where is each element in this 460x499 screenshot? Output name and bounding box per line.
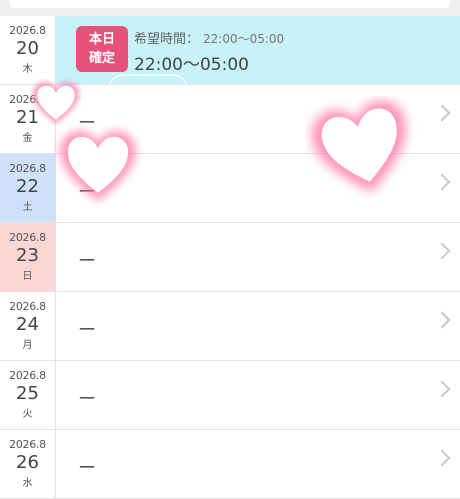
no-schedule-dash: ー — [78, 389, 96, 410]
date-day: 23 — [16, 245, 39, 266]
date-weekday: 土 — [22, 202, 33, 213]
schedule-row[interactable]: 2026.8 26 水 ー — [0, 430, 460, 499]
requested-time-value: 22:00〜05:00 — [203, 32, 285, 46]
date-cell: 2026.8 25 火 — [0, 361, 56, 429]
date-day: 24 — [16, 314, 39, 335]
chevron-right-icon[interactable] — [433, 380, 451, 398]
date-cell: 2026.8 24 月 — [0, 292, 56, 360]
no-schedule-dash: ー — [78, 458, 96, 479]
date-year-month: 2026.8 — [9, 300, 46, 313]
schedule-row[interactable]: 2026.8 25 火 ー — [0, 361, 460, 430]
date-year-month: 2026.8 — [9, 24, 46, 37]
chevron-right-icon[interactable] — [433, 173, 451, 191]
date-day: 20 — [16, 38, 39, 59]
date-cell-saturday: 2026.8 22 土 — [0, 154, 56, 222]
badge-line-today: 本日 — [88, 32, 115, 47]
date-day: 26 — [16, 452, 39, 473]
date-weekday: 木 — [22, 64, 33, 75]
row-content[interactable]: ー — [56, 85, 460, 153]
no-schedule-dash: ー — [78, 113, 96, 134]
date-weekday: 金 — [22, 133, 33, 144]
chevron-right-icon[interactable] — [433, 311, 451, 329]
date-year-month: 2026.8 — [9, 162, 46, 175]
schedule-row[interactable]: 2026.8 21 金 ー — [0, 85, 460, 154]
date-weekday: 火 — [22, 409, 33, 420]
schedule-row[interactable]: 2026.8 24 月 ー — [0, 292, 460, 361]
row-content[interactable]: ー — [56, 430, 460, 498]
date-year-month: 2026.8 — [9, 231, 46, 244]
today-content[interactable]: 本日 確定 希望時間： 22:00〜05:00 22:00〜05:00 — [56, 16, 460, 84]
date-year-month: 2026.8 — [9, 438, 46, 451]
row-content[interactable]: ー — [56, 223, 460, 291]
schedule-list: 2026.8 20 木 本日 確定 希望時間： 22:00〜05:00 22:00… — [0, 16, 460, 499]
requested-time-label: 希望時間： — [134, 32, 200, 47]
date-day: 21 — [16, 107, 39, 128]
schedule-row[interactable]: 2026.8 23 日 ー — [0, 223, 460, 292]
date-weekday: 日 — [22, 271, 33, 282]
date-cell: 2026.8 20 木 — [0, 16, 56, 84]
chevron-right-icon[interactable] — [433, 104, 451, 122]
top-bar-inner — [10, 0, 450, 8]
chevron-right-icon[interactable] — [433, 449, 451, 467]
date-day: 22 — [16, 176, 39, 197]
no-schedule-dash: ー — [78, 320, 96, 341]
requested-time: 希望時間： 22:00〜05:00 — [134, 28, 284, 47]
no-schedule-dash: ー — [78, 251, 96, 272]
no-schedule-dash: ー — [78, 182, 96, 203]
chevron-right-icon[interactable] — [433, 242, 451, 260]
date-year-month: 2026.8 — [9, 369, 46, 382]
schedule-row[interactable]: 2026.8 22 土 ー — [0, 154, 460, 223]
date-day: 25 — [16, 383, 39, 404]
today-confirmed-badge: 本日 確定 — [76, 26, 128, 72]
confirmed-time: 22:00〜05:00 — [134, 55, 249, 75]
row-content[interactable]: ー — [56, 361, 460, 429]
date-weekday: 水 — [22, 478, 33, 489]
date-year-month: 2026.8 — [9, 93, 46, 106]
date-cell-sunday: 2026.8 23 日 — [0, 223, 56, 291]
date-weekday: 月 — [22, 340, 33, 351]
row-content[interactable]: ー — [56, 292, 460, 360]
date-cell: 2026.8 26 水 — [0, 430, 56, 498]
row-content[interactable]: ー — [56, 154, 460, 222]
schedule-row-today[interactable]: 2026.8 20 木 本日 確定 希望時間： 22:00〜05:00 22:00… — [0, 16, 460, 85]
top-bar — [0, 0, 460, 16]
date-cell: 2026.8 21 金 — [0, 85, 56, 153]
badge-line-confirmed: 確定 — [88, 51, 115, 66]
